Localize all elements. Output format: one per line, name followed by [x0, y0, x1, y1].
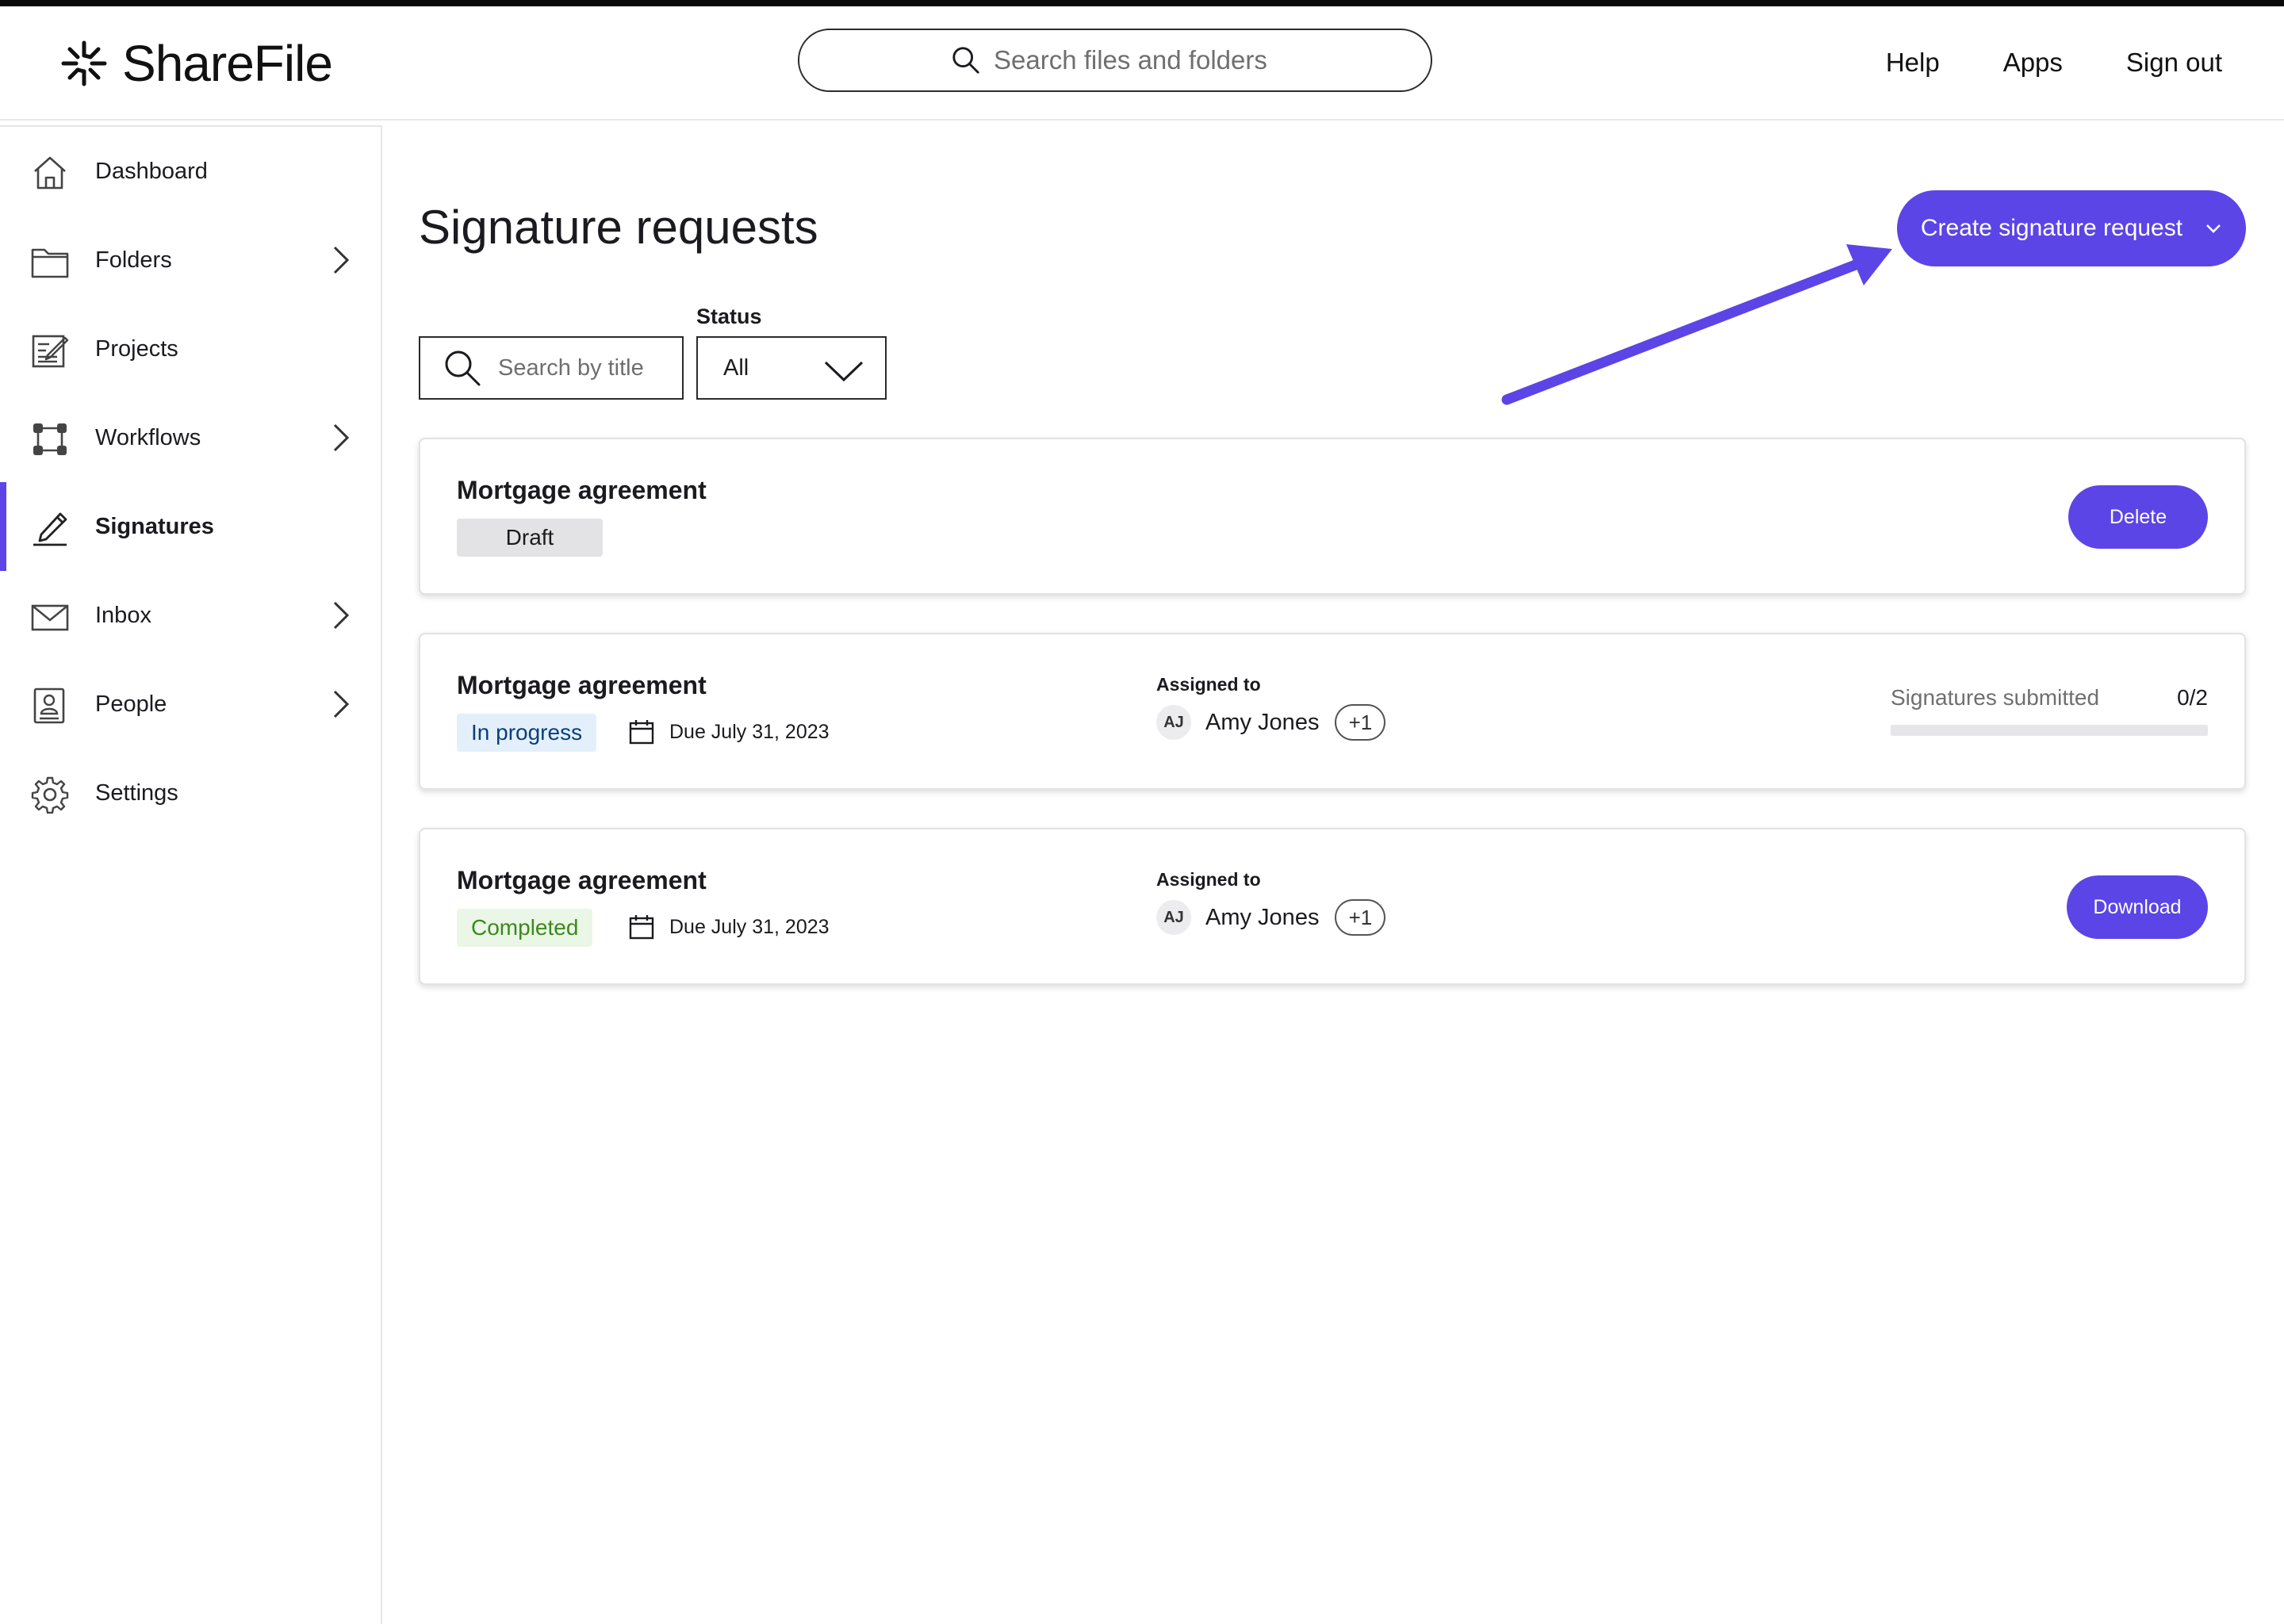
chevron-right-icon[interactable]: [328, 422, 352, 454]
envelope-icon: [30, 598, 70, 636]
due-date: Due July 31, 2023: [628, 718, 830, 745]
sidebar-item-projects[interactable]: Projects: [0, 304, 381, 393]
chevron-right-icon[interactable]: [328, 599, 352, 631]
search-icon: [952, 47, 979, 74]
chevron-down-icon: [824, 361, 864, 382]
sidebar-item-label: Workflows: [95, 424, 201, 450]
calendar-icon: [629, 720, 654, 745]
apps-link[interactable]: Apps: [2003, 48, 2063, 78]
sidebar-item-label: People: [95, 691, 167, 717]
help-link[interactable]: Help: [1886, 48, 1940, 78]
avatar: AJ: [1156, 900, 1191, 935]
sidebar-item-dashboard[interactable]: Dashboard: [0, 127, 381, 216]
header-nav: Help Apps Sign out: [1886, 48, 2222, 78]
status-filter-value: All: [723, 354, 749, 381]
sidebar-item-label: Projects: [95, 335, 178, 362]
folder-icon: [30, 243, 70, 281]
status-badge: In progress: [457, 714, 597, 752]
due-date-text: Due July 31, 2023: [669, 720, 830, 743]
signatures-progress-bar: [1891, 725, 2208, 736]
sidebar-item-inbox[interactable]: Inbox: [0, 571, 381, 660]
signature-pen-icon: [30, 509, 70, 547]
signature-request-card[interactable]: Mortgage agreement Completed Due July 31…: [419, 828, 2246, 985]
create-signature-request-label: Create signature request: [1920, 215, 2183, 241]
home-icon: [30, 154, 70, 192]
chevron-down-icon: [2206, 224, 2221, 233]
delete-button[interactable]: Delete: [2068, 485, 2208, 549]
sharefile-logo-icon: [61, 40, 107, 86]
sidebar: Dashboard Folders Projects Workflows Sig…: [0, 125, 382, 1624]
signature-request-card[interactable]: Mortgage agreement In progress Due July …: [419, 633, 2246, 790]
page-title: Signature requests: [419, 201, 818, 254]
calendar-icon: [629, 915, 654, 940]
assignee: AJ Amy Jones +1: [1156, 899, 1386, 936]
gear-icon: [30, 776, 70, 814]
assigned-to-label: Assigned to: [1156, 869, 1261, 890]
due-date-text: Due July 31, 2023: [669, 915, 830, 938]
sidebar-item-label: Signatures: [95, 513, 214, 539]
sidebar-item-workflows[interactable]: Workflows: [0, 393, 381, 482]
status-badge: Completed: [457, 909, 593, 947]
request-title: Mortgage agreement: [457, 866, 707, 894]
due-date: Due July 31, 2023: [628, 914, 830, 940]
global-search-box[interactable]: [798, 29, 1432, 92]
sharefile-logo[interactable]: ShareFile: [59, 33, 333, 94]
sidebar-item-label: Dashboard: [95, 158, 208, 184]
status-badge: Draft: [457, 519, 603, 557]
chevron-right-icon[interactable]: [328, 244, 352, 276]
sidebar-item-signatures[interactable]: Signatures: [0, 482, 381, 571]
status-filter-label: Status: [696, 304, 762, 328]
workflows-icon: [30, 420, 70, 458]
brand-name: ShareFile: [122, 35, 333, 92]
app-header: ShareFile Help Apps Sign out: [0, 6, 2284, 121]
assignee-name: Amy Jones: [1205, 904, 1320, 930]
signatures-submitted-count: 0/2: [2177, 685, 2208, 710]
signatures-submitted-label: Signatures submitted: [1891, 685, 2100, 710]
title-search-box[interactable]: [419, 336, 684, 400]
assignee: AJ Amy Jones +1: [1156, 704, 1386, 741]
sidebar-item-label: Inbox: [95, 602, 151, 628]
sidebar-item-settings[interactable]: Settings: [0, 749, 381, 837]
create-signature-request-button[interactable]: Create signature request: [1897, 190, 2246, 266]
more-assignees-pill[interactable]: +1: [1335, 899, 1386, 936]
sidebar-item-label: Folders: [95, 247, 172, 273]
sidebar-item-people[interactable]: People: [0, 660, 381, 749]
status-filter-select[interactable]: All: [696, 336, 887, 400]
chevron-right-icon[interactable]: [328, 688, 352, 720]
signature-request-card[interactable]: Mortgage agreement Draft Delete: [419, 438, 2246, 595]
more-assignees-pill[interactable]: +1: [1335, 704, 1386, 741]
search-icon: [445, 350, 481, 386]
top-strip: [0, 0, 2284, 6]
sidebar-item-folders[interactable]: Folders: [0, 216, 381, 304]
avatar: AJ: [1156, 705, 1191, 740]
title-search-input[interactable]: [498, 354, 665, 381]
request-title: Mortgage agreement: [457, 476, 707, 504]
assigned-to-label: Assigned to: [1156, 674, 1261, 695]
sidebar-item-label: Settings: [95, 779, 178, 806]
request-title: Mortgage agreement: [457, 671, 707, 699]
annotation-arrow: [1501, 244, 1892, 405]
global-search-input[interactable]: [994, 45, 1279, 75]
sign-out-link[interactable]: Sign out: [2126, 48, 2222, 78]
assignee-name: Amy Jones: [1205, 709, 1320, 735]
download-button[interactable]: Download: [2067, 875, 2208, 939]
contact-book-icon: [30, 687, 70, 725]
projects-icon: [30, 331, 70, 370]
